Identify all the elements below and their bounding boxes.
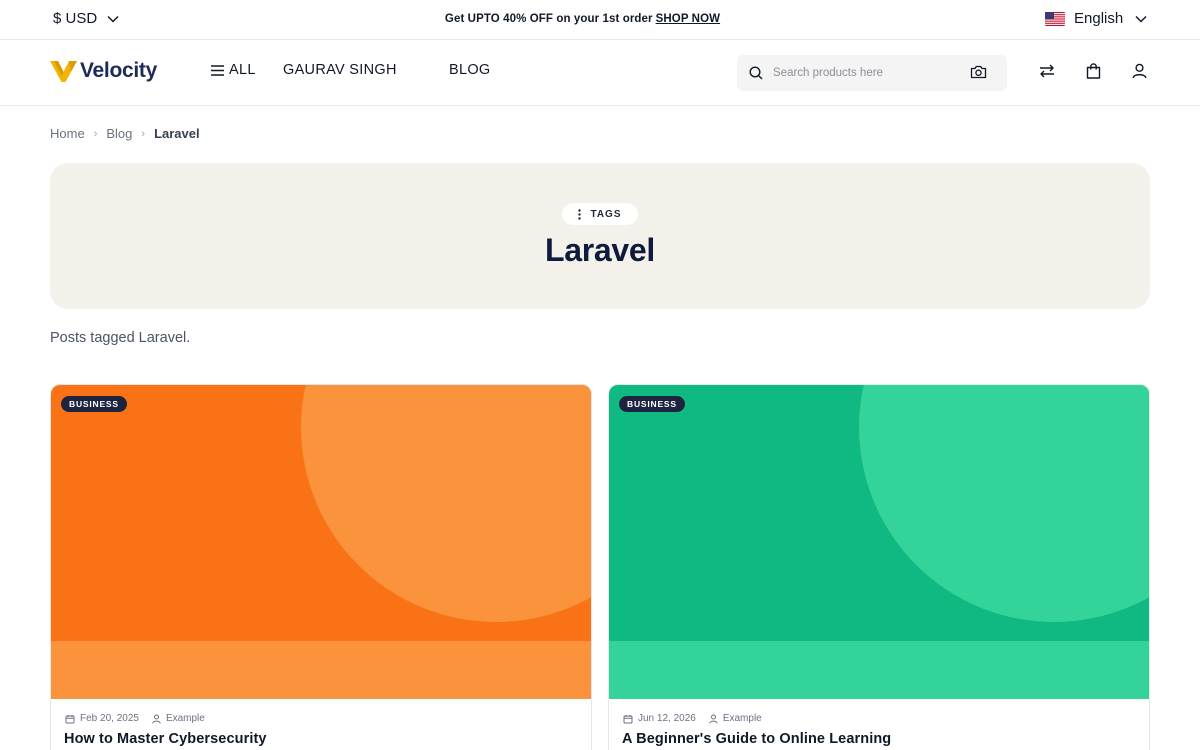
promo-banner: Get UPTO 40% OFF on your 1st order SHOP N… [0,13,1165,25]
nav-gaurav-singh[interactable]: GAURAV SINGH [283,62,397,78]
post-author: Example [709,713,762,724]
logo-text: Velocity [80,59,157,82]
post-title[interactable]: How to Master Cybersecurity [64,731,267,747]
category-badge[interactable]: BUSINESS [619,396,685,412]
bag-icon[interactable] [1086,63,1101,79]
chevron-down-icon [1135,15,1147,23]
post-card[interactable]: BUSINESS Jun 12, 2026 Example A Beginner… [608,384,1150,750]
nav-blog-label: BLOG [449,62,491,78]
user-icon [152,714,161,724]
calendar-icon [65,714,75,723]
post-date-text: Jun 12, 2026 [638,713,696,724]
tag-hero: TAGS Laravel [50,163,1150,309]
top-bar: $ USD Get UPTO 40% OFF on your 1st order… [0,0,1200,40]
post-image-band [609,641,1149,699]
post-image-band [51,641,591,699]
language-label: English [1074,10,1124,27]
breadcrumb-blog[interactable]: Blog [106,126,132,141]
post-card[interactable]: BUSINESS Feb 20, 2025 Example How to Mas… [50,384,592,750]
camera-icon[interactable] [970,65,987,79]
nav-all-label: ALL [229,62,256,78]
post-date: Feb 20, 2025 [65,713,139,724]
dots-vertical-icon [578,208,582,220]
post-meta: Jun 12, 2026 Example [623,713,775,724]
tags-pill: TAGS [562,203,638,225]
search-icon [749,66,763,80]
shop-now-link[interactable]: SHOP NOW [656,13,720,25]
search-bar [737,55,1007,91]
us-flag-icon [1045,11,1065,26]
chevron-right-icon: › [93,127,98,140]
language-selector[interactable]: English [1045,10,1147,27]
intro-text: Posts tagged Laravel. [50,330,191,346]
calendar-icon [623,714,633,723]
logo[interactable]: Velocity [50,59,157,83]
post-meta: Feb 20, 2025 Example [65,713,218,724]
chevron-right-icon: › [141,127,146,140]
nav-all[interactable]: ALL [211,62,256,78]
nav-blog[interactable]: BLOG [449,62,491,78]
menu-icon [211,64,224,76]
user-icon [709,714,718,724]
post-author: Example [152,713,205,724]
post-image: BUSINESS [609,385,1149,699]
site-header: Velocity ALL GAURAV SINGH BLOG [0,41,1200,106]
post-date: Jun 12, 2026 [623,713,696,724]
post-title[interactable]: A Beginner's Guide to Online Learning [622,731,891,747]
user-icon[interactable] [1132,63,1147,79]
category-badge[interactable]: BUSINESS [61,396,127,412]
post-image: BUSINESS [51,385,591,699]
post-author-text: Example [165,713,205,724]
promo-text: Get UPTO 40% OFF on your 1st order [444,13,653,25]
post-date-text: Feb 20, 2025 [80,713,139,724]
page-title: Laravel [545,232,655,268]
nav-gaurav-label: GAURAV SINGH [283,62,397,78]
breadcrumb-current: Laravel [154,126,200,141]
search-input[interactable] [773,67,953,79]
breadcrumb-home[interactable]: Home [50,126,85,141]
breadcrumb: Home › Blog › Laravel [50,126,200,141]
post-author-text: Example [722,713,762,724]
velocity-logo-icon [50,61,77,82]
tags-pill-label: TAGS [590,208,622,220]
compare-icon[interactable] [1039,64,1055,78]
